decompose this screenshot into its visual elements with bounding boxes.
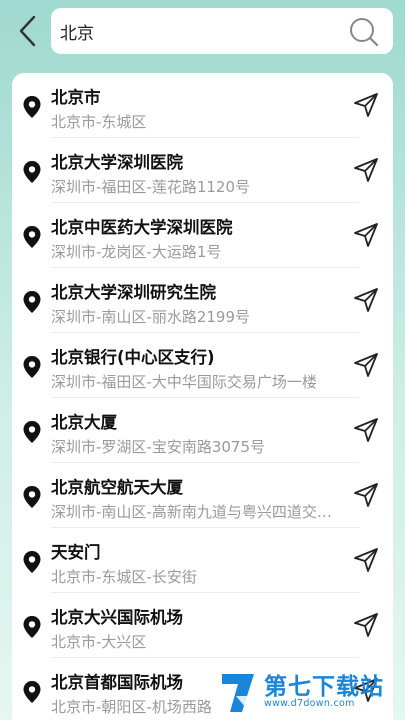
location-pin-icon bbox=[23, 616, 41, 638]
result-address: 北京市-大兴区 bbox=[51, 633, 147, 651]
result-address: 深圳市-南山区-高新南九道与粤兴四道交汇处 bbox=[51, 503, 343, 521]
location-pin-icon bbox=[23, 681, 41, 703]
list-item[interactable]: 天安门 北京市-东城区-长安街 bbox=[12, 528, 393, 593]
list-item[interactable]: 北京大厦 深圳市-罗湖区-宝安南路3075号 bbox=[12, 398, 393, 463]
location-pin-icon bbox=[23, 96, 41, 118]
results-list: 北京市 北京市-东城区 北京大学深圳医院 深圳市-福田区-莲花路1120号 北京… bbox=[12, 73, 393, 720]
navigate-arrow-icon bbox=[354, 223, 378, 247]
result-address: 深圳市-福田区-莲花路1120号 bbox=[51, 178, 251, 196]
list-item[interactable]: 北京中医药大学深圳医院 深圳市-龙岗区-大运路1号 bbox=[12, 203, 393, 268]
result-title: 北京首都国际机场 bbox=[51, 673, 183, 692]
search-icon bbox=[350, 18, 379, 47]
list-item[interactable]: 北京大兴国际机场 北京市-大兴区 bbox=[12, 593, 393, 658]
result-address: 深圳市-龙岗区-大运路1号 bbox=[51, 243, 222, 261]
navigate-arrow-icon bbox=[354, 418, 378, 442]
result-address: 深圳市-福田区-大中华国际交易广场一楼 bbox=[51, 373, 317, 391]
navigate-arrow-icon bbox=[354, 353, 378, 377]
result-title: 北京大兴国际机场 bbox=[51, 608, 183, 627]
location-pin-icon bbox=[23, 356, 41, 378]
result-title: 北京银行(中心区支行) bbox=[51, 348, 215, 367]
watermark-logo bbox=[222, 674, 254, 712]
navigate-button[interactable] bbox=[352, 611, 380, 639]
result-address: 深圳市-南山区-丽水路2199号 bbox=[51, 308, 251, 326]
back-button[interactable] bbox=[10, 10, 46, 52]
navigate-arrow-icon bbox=[354, 288, 378, 312]
location-pin-icon bbox=[23, 291, 41, 313]
list-item[interactable]: 北京银行(中心区支行) 深圳市-福田区-大中华国际交易广场一楼 bbox=[12, 333, 393, 398]
search-input[interactable] bbox=[51, 11, 331, 51]
navigate-button[interactable] bbox=[352, 351, 380, 379]
navigate-button[interactable] bbox=[352, 481, 380, 509]
navigate-arrow-icon bbox=[354, 548, 378, 572]
watermark-name: 第七下载站 bbox=[264, 673, 384, 700]
navigate-button[interactable] bbox=[352, 156, 380, 184]
navigate-arrow-icon bbox=[354, 158, 378, 182]
list-item[interactable]: 北京市 北京市-东城区 bbox=[12, 73, 393, 138]
list-item[interactable]: 北京大学深圳研究生院 深圳市-南山区-丽水路2199号 bbox=[12, 268, 393, 333]
location-pin-icon bbox=[23, 486, 41, 508]
location-pin-icon bbox=[23, 551, 41, 573]
top-bar bbox=[0, 0, 405, 66]
location-pin-icon bbox=[23, 421, 41, 443]
watermark-url: www.d7down.com bbox=[264, 698, 355, 710]
navigate-button[interactable] bbox=[352, 416, 380, 444]
result-title: 北京大学深圳医院 bbox=[51, 153, 183, 172]
search-box bbox=[51, 8, 393, 54]
result-title: 北京航空航天大厦 bbox=[51, 478, 183, 497]
navigate-arrow-icon bbox=[354, 93, 378, 117]
navigate-button[interactable] bbox=[352, 546, 380, 574]
navigate-button[interactable] bbox=[352, 91, 380, 119]
navigate-arrow-icon bbox=[354, 483, 378, 507]
chevron-left-icon bbox=[19, 15, 36, 47]
search-button[interactable] bbox=[347, 15, 381, 49]
navigate-arrow-icon bbox=[354, 613, 378, 637]
result-address: 北京市-东城区-长安街 bbox=[51, 568, 197, 586]
result-title: 北京大学深圳研究生院 bbox=[51, 283, 216, 302]
navigate-button[interactable] bbox=[352, 221, 380, 249]
list-item[interactable]: 北京大学深圳医院 深圳市-福田区-莲花路1120号 bbox=[12, 138, 393, 203]
result-address: 深圳市-罗湖区-宝安南路3075号 bbox=[51, 438, 266, 456]
location-pin-icon bbox=[23, 161, 41, 183]
result-title: 北京大厦 bbox=[51, 413, 117, 432]
result-title: 天安门 bbox=[51, 543, 101, 562]
watermark: 第七下载站 www.d7down.com bbox=[216, 664, 405, 720]
result-title: 北京市 bbox=[51, 88, 101, 107]
navigate-button[interactable] bbox=[352, 286, 380, 314]
result-title: 北京中医药大学深圳医院 bbox=[51, 218, 233, 237]
result-address: 北京市-东城区 bbox=[51, 113, 147, 131]
list-item[interactable]: 北京航空航天大厦 深圳市-南山区-高新南九道与粤兴四道交汇处 bbox=[12, 463, 393, 528]
location-pin-icon bbox=[23, 226, 41, 248]
